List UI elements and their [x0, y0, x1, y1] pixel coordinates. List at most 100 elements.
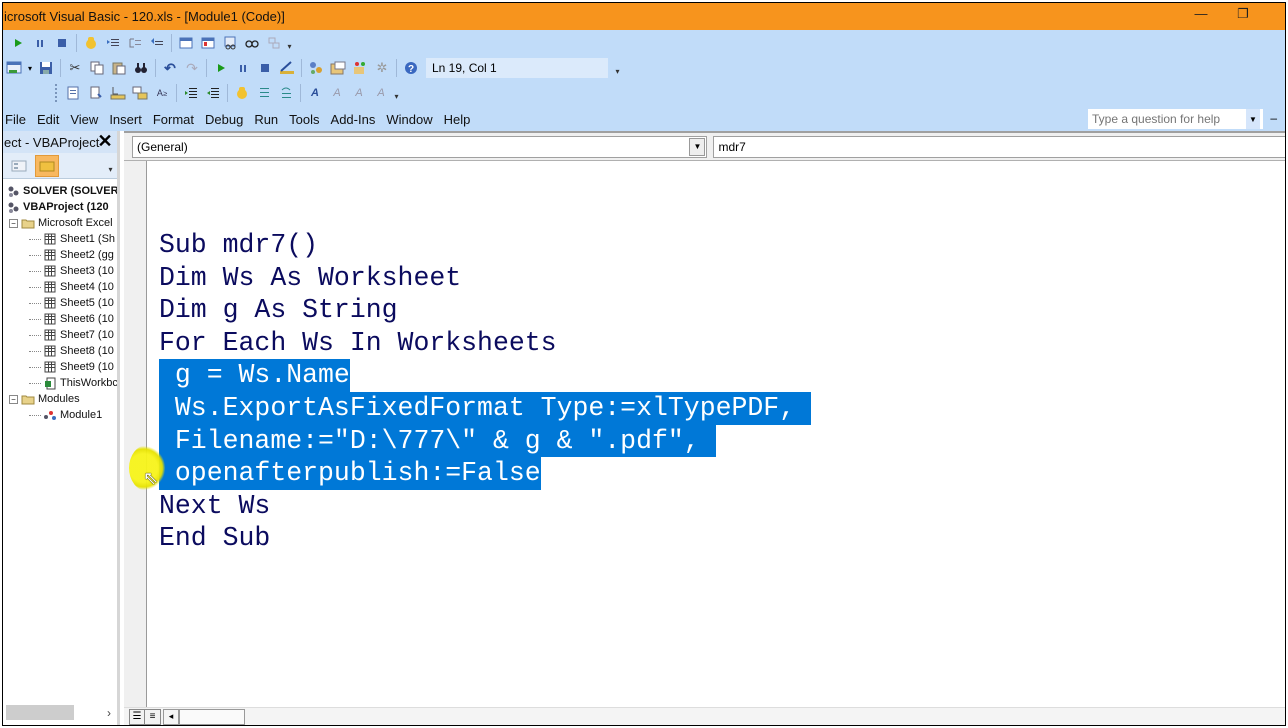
menu-debug[interactable]: Debug: [202, 112, 249, 127]
toggle-bookmark-icon[interactable]: A: [304, 82, 326, 104]
insert-module-dropdown-icon[interactable]: ▾: [25, 57, 35, 79]
code-text[interactable]: Sub mdr7() Dim Ws As Worksheet Dim g As St…: [159, 229, 812, 555]
properties-window-icon[interactable]: [327, 57, 349, 79]
parameter-info-icon[interactable]: [129, 82, 151, 104]
list-properties-icon[interactable]: [63, 82, 85, 104]
project-horizontal-scrollbar[interactable]: ›: [6, 704, 117, 721]
tree-item[interactable]: − Microsoft Excel: [3, 215, 117, 231]
previous-bookmark-icon[interactable]: A: [348, 82, 370, 104]
paste-icon[interactable]: [108, 57, 130, 79]
code-line[interactable]: For Each Ws In Worksheets: [159, 327, 811, 360]
watch-window-icon[interactable]: [219, 32, 241, 54]
tree-item[interactable]: ThisWorkbc: [3, 375, 117, 391]
menu-window[interactable]: Window: [383, 112, 438, 127]
toggle-breakpoint-icon[interactable]: [231, 82, 253, 104]
close-icon[interactable]: ✕: [96, 132, 114, 151]
view-object-icon[interactable]: [7, 155, 31, 177]
next-bookmark-icon[interactable]: A: [326, 82, 348, 104]
outdent-icon[interactable]: [202, 82, 224, 104]
procedure-dropdown[interactable]: mdr7: [713, 135, 1285, 158]
menu-format[interactable]: Format: [150, 112, 200, 127]
full-module-view-icon[interactable]: ≡: [145, 708, 161, 725]
mdi-minimize-button[interactable]: –: [1270, 111, 1277, 125]
menu-file[interactable]: File: [3, 112, 32, 127]
scrollbar-thumb[interactable]: [179, 708, 245, 725]
tree-item[interactable]: Sheet4 (10: [3, 279, 117, 295]
collapse-icon[interactable]: −: [9, 394, 18, 404]
menu-edit[interactable]: Edit: [34, 112, 65, 127]
tree-item[interactable]: Sheet9 (10: [3, 359, 117, 375]
redo-icon[interactable]: ↷: [181, 57, 203, 79]
margin-indicator-bar[interactable]: [124, 161, 147, 707]
code-line[interactable]: Ws.ExportAsFixedFormat Type:=xlTypePDF,: [159, 391, 812, 425]
break-icon[interactable]: [232, 57, 254, 79]
code-line[interactable]: Dim g As String: [159, 294, 811, 327]
break-icon[interactable]: [29, 32, 51, 54]
quick-watch-icon[interactable]: [241, 32, 263, 54]
immediate-window-icon[interactable]: [197, 32, 219, 54]
tree-item[interactable]: Sheet3 (10: [3, 263, 117, 279]
code-line[interactable]: openafterpublish:=False: [159, 457, 811, 490]
run-icon[interactable]: [7, 32, 29, 54]
scrollbar-thumb[interactable]: [6, 705, 74, 720]
tree-item[interactable]: Sheet8 (10: [3, 343, 117, 359]
collapse-icon[interactable]: −: [9, 218, 18, 228]
tree-item[interactable]: VBAProject (120: [3, 199, 117, 215]
toggle-folders-icon[interactable]: [35, 154, 59, 177]
help-search-input[interactable]: [1088, 112, 1246, 126]
find-icon[interactable]: [130, 57, 152, 79]
code-line[interactable]: Filename:="D:\777\" & g & ".pdf",: [159, 424, 811, 458]
code-line[interactable]: End Sub: [159, 522, 811, 555]
reset-icon[interactable]: [51, 32, 73, 54]
cut-icon[interactable]: ✂: [64, 57, 86, 79]
menu-run[interactable]: Run: [251, 112, 284, 127]
code-line[interactable]: Dim Ws As Worksheet: [159, 262, 811, 295]
list-constants-icon[interactable]: [85, 82, 107, 104]
quick-info-icon[interactable]: [107, 82, 129, 104]
toolbar-overflow-icon[interactable]: ▾: [613, 60, 622, 76]
toggle-breakpoint-icon[interactable]: [80, 32, 102, 54]
save-icon[interactable]: [35, 57, 57, 79]
code-line[interactable]: g = Ws.Name: [159, 359, 811, 392]
tree-item[interactable]: Sheet7 (10: [3, 327, 117, 343]
menu-insert[interactable]: Insert: [106, 112, 148, 127]
scroll-right-icon[interactable]: ›: [107, 706, 111, 720]
procedure-view-icon[interactable]: ☰: [129, 708, 145, 725]
toolbox-icon[interactable]: ✲: [371, 57, 393, 79]
complete-word-icon[interactable]: A ≥: [151, 82, 173, 104]
step-into-icon[interactable]: [102, 32, 124, 54]
step-out-icon[interactable]: [146, 32, 168, 54]
tree-item[interactable]: SOLVER (SOLVER: [3, 183, 117, 199]
tree-item[interactable]: Module1: [3, 407, 117, 423]
code-line[interactable]: Sub mdr7(): [159, 229, 811, 262]
tree-item[interactable]: − Modules: [3, 391, 117, 407]
toolbar-grip[interactable]: [55, 84, 61, 102]
call-stack-icon[interactable]: [263, 32, 285, 54]
comment-block-icon[interactable]: [253, 82, 275, 104]
tree-item[interactable]: Sheet5 (10: [3, 295, 117, 311]
help-search-box[interactable]: ▼: [1088, 109, 1263, 129]
help-icon[interactable]: ?: [400, 57, 422, 79]
step-over-icon[interactable]: [124, 32, 146, 54]
copy-icon[interactable]: [86, 57, 108, 79]
minimize-button[interactable]: —: [1189, 6, 1213, 26]
toolbar-overflow-icon[interactable]: ▾: [392, 85, 401, 101]
menu-tools[interactable]: Tools: [286, 112, 325, 127]
project-explorer-icon[interactable]: [305, 57, 327, 79]
restore-button[interactable]: ❐: [1231, 6, 1255, 26]
uncomment-block-icon[interactable]: [275, 82, 297, 104]
tree-item[interactable]: Sheet2 (gg: [3, 247, 117, 263]
clear-bookmarks-icon[interactable]: A: [370, 82, 392, 104]
object-browser-icon[interactable]: [349, 57, 371, 79]
design-mode-icon[interactable]: [276, 57, 298, 79]
menu-view[interactable]: View: [67, 112, 104, 127]
reset-icon[interactable]: [254, 57, 276, 79]
view-excel-icon[interactable]: [3, 57, 25, 79]
indent-icon[interactable]: [180, 82, 202, 104]
toolbar-overflow-icon[interactable]: ▾: [285, 35, 294, 51]
locals-window-icon[interactable]: [175, 32, 197, 54]
menu-add-ins[interactable]: Add-Ins: [328, 112, 382, 127]
run-icon[interactable]: [210, 57, 232, 79]
chevron-down-icon[interactable]: ▼: [1246, 109, 1260, 129]
menu-help[interactable]: Help: [441, 112, 477, 127]
